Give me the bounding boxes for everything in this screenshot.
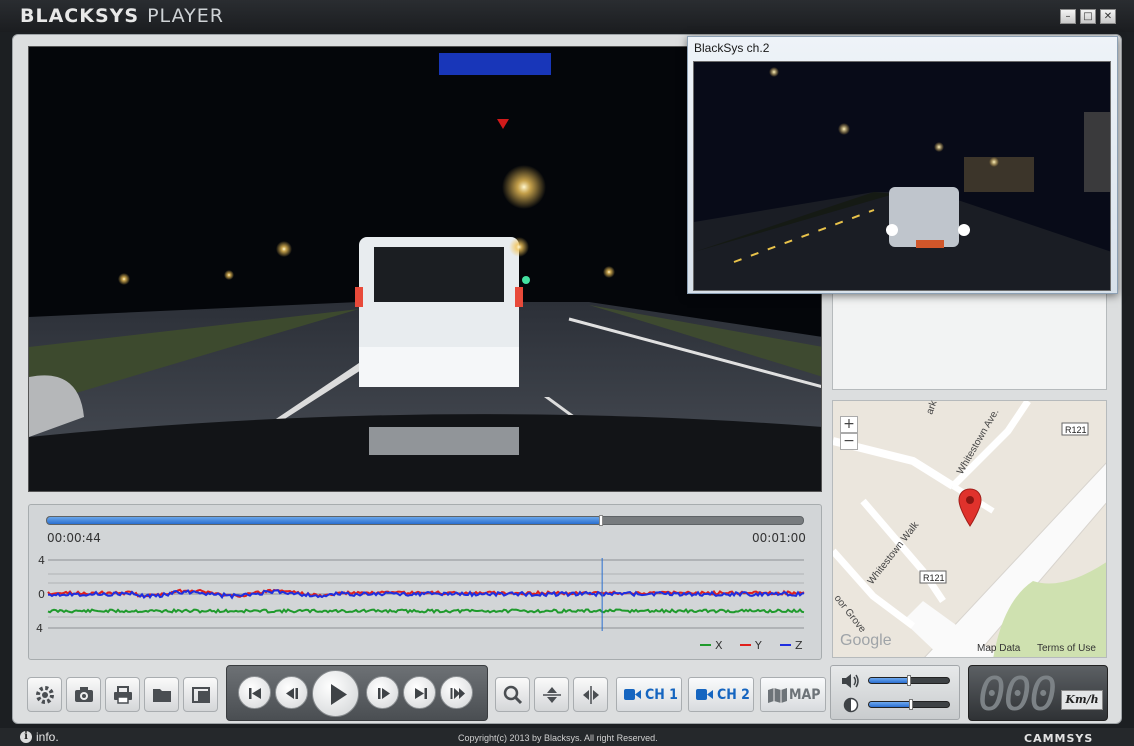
volume-handle[interactable] <box>907 675 911 686</box>
map-label-ave: Whitestown Ave. <box>955 407 1001 476</box>
legend-z: Z <box>795 639 803 652</box>
step-forward-icon <box>378 688 390 699</box>
gsensor-graph[interactable]: 4 0 -4 X Y Z <box>36 553 812 657</box>
open-folder-button[interactable] <box>144 677 179 712</box>
ch2-button[interactable]: CH 2 <box>688 677 754 712</box>
flip-vertical-button[interactable] <box>534 677 569 712</box>
volume-fill <box>869 678 909 683</box>
ch2-label: CH 2 <box>717 687 750 703</box>
progress-fill <box>47 517 602 524</box>
gsensor-tick-neg4: -4 <box>36 622 43 635</box>
brightness-fill <box>869 702 911 707</box>
flip-vertical-icon <box>543 687 561 703</box>
copyright-text: Copyright(c) 2013 by Blacksys. All right… <box>458 733 658 743</box>
step-forward-button[interactable] <box>366 676 399 709</box>
brightness-handle[interactable] <box>908 699 913 710</box>
map-data-link[interactable]: Map Data <box>977 643 1020 654</box>
flip-horizontal-icon <box>583 686 599 704</box>
skip-next-button[interactable] <box>403 676 436 709</box>
gsensor-tick-pos4: 4 <box>38 554 45 567</box>
skip-previous-button[interactable] <box>238 676 271 709</box>
map-label-ark: ark <box>924 400 939 416</box>
skip-previous-icon <box>249 688 261 699</box>
close-button[interactable]: ✕ <box>1100 9 1116 24</box>
video-camera-icon <box>624 689 641 700</box>
ch1-button[interactable]: CH 1 <box>616 677 682 712</box>
info-icon[interactable]: i <box>20 731 32 743</box>
speed-unit: Km/h <box>1061 690 1103 710</box>
ch2-window[interactable]: BlackSys ch.2 <box>687 36 1118 294</box>
map-labels: Whitestown Ave. Whitestown Walk ark oor … <box>832 400 1089 649</box>
volume-slider[interactable] <box>868 675 950 686</box>
video-camera-icon <box>696 689 713 700</box>
print-icon <box>114 686 132 704</box>
total-time: 00:01:00 <box>752 531 806 545</box>
map-icon <box>768 688 787 703</box>
snapshot-button[interactable] <box>66 677 101 712</box>
brightness-slider[interactable] <box>868 699 950 710</box>
map-road-shield-2: R121 <box>923 573 945 583</box>
legend-x: X <box>715 639 723 652</box>
info-panel <box>832 290 1107 390</box>
current-time: 00:00:44 <box>47 531 101 545</box>
speed-value: 000 <box>978 667 1057 721</box>
minimize-button[interactable]: – <box>1060 9 1076 24</box>
fast-forward-icon <box>450 688 465 699</box>
settings-button[interactable] <box>27 677 62 712</box>
map-button[interactable]: MAP <box>760 677 826 712</box>
settings-icon <box>36 686 54 704</box>
print-button[interactable] <box>105 677 140 712</box>
zoom-button[interactable] <box>495 677 530 712</box>
map-terms-link[interactable]: Terms of Use <box>1037 643 1096 654</box>
google-logo: Google <box>840 632 892 649</box>
fast-forward-button[interactable] <box>440 676 473 709</box>
gsensor-tick-zero: 0 <box>38 588 45 601</box>
camera-icon <box>75 687 93 702</box>
progress-handle[interactable] <box>599 515 604 526</box>
skip-next-icon <box>415 688 427 699</box>
gsensor-series-x <box>47 607 805 614</box>
maximize-button[interactable]: □ <box>1080 9 1096 24</box>
ch2-window-title: BlackSys ch.2 <box>694 41 770 55</box>
legend-y: Y <box>754 639 762 652</box>
brand-logo: CAMMSYS <box>1024 732 1094 745</box>
search-icon <box>503 685 523 705</box>
ch2-video[interactable] <box>693 61 1111 291</box>
map-label-grove: oor Grove <box>832 593 868 635</box>
folder-icon <box>153 689 171 702</box>
window-mode-button[interactable] <box>183 677 218 712</box>
map-pin-icon <box>958 488 982 527</box>
step-back-icon <box>286 688 298 699</box>
window-icon <box>192 687 210 703</box>
step-back-button[interactable] <box>275 676 308 709</box>
progress-bar[interactable] <box>46 515 804 526</box>
ch1-label: CH 1 <box>645 687 678 703</box>
map-label-walk: Whitestown Walk <box>866 519 922 587</box>
brightness-icon[interactable] <box>843 697 859 713</box>
info-link[interactable]: info. <box>36 730 59 744</box>
play-button[interactable] <box>312 670 359 717</box>
app-title: BLACKSYS PLAYER <box>20 5 224 27</box>
map-label: MAP <box>789 687 821 703</box>
flip-horizontal-button[interactable] <box>573 677 608 712</box>
play-icon <box>331 684 347 705</box>
volume-icon[interactable] <box>841 672 861 690</box>
map-road-shield-1: R121 <box>1065 425 1087 435</box>
